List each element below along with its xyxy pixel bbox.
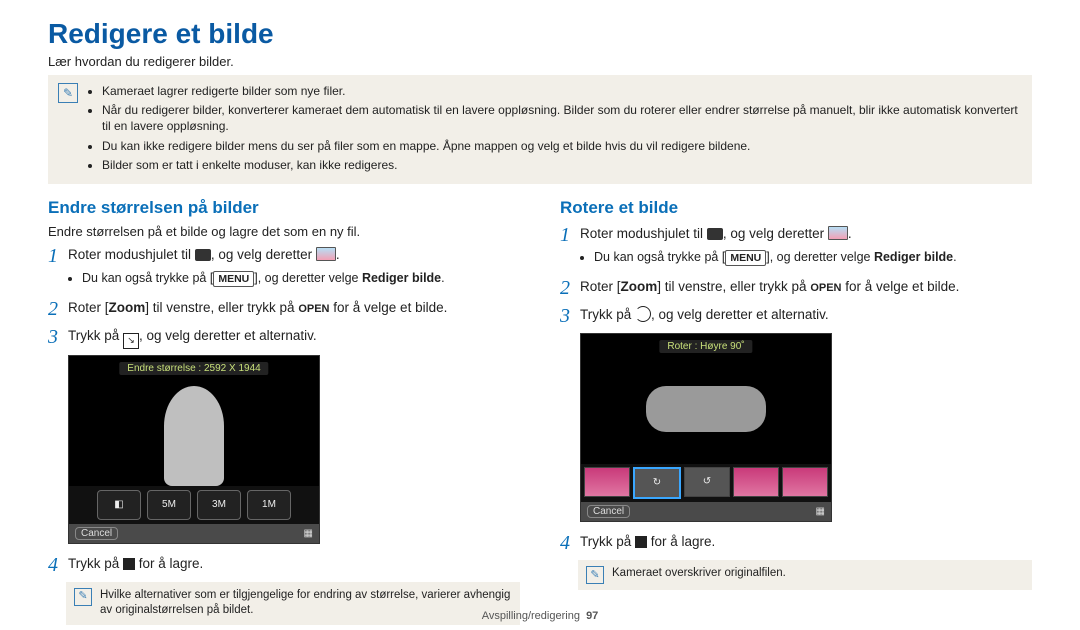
- rotate-heading: Rotere et bilde: [560, 198, 1032, 218]
- size-options-row: ◧ 5M 3M 1M: [69, 486, 319, 524]
- cancel-button: Cancel: [587, 505, 630, 518]
- resize-heading: Endre størrelsen på bilder: [48, 198, 520, 218]
- rotate-thumb: [584, 467, 630, 497]
- rotate-thumb: [733, 467, 779, 497]
- open-button-label: OPEN: [810, 282, 841, 294]
- silhouette-graphic: [646, 386, 766, 432]
- note-text: Kameraet overskriver originalfilen.: [612, 566, 786, 584]
- step-number: 4: [560, 532, 580, 554]
- screenshot-overlay-label: Endre størrelse : 2592 X 1944: [119, 362, 268, 375]
- open-button-label: OPEN: [298, 303, 329, 315]
- cancel-button: Cancel: [75, 527, 118, 540]
- resize-screenshot: Endre størrelse : 2592 X 1944 ◧ 5M 3M 1M…: [68, 355, 320, 544]
- note-icon: ✎: [74, 588, 92, 606]
- rotate-options-row: ↻ ↺: [581, 464, 831, 502]
- sub-bullet: Du kan også trykke på [MENU], og derette…: [82, 269, 520, 288]
- resize-intro: Endre størrelsen på et bilde og lagre de…: [48, 224, 520, 239]
- step-number: 3: [48, 326, 68, 349]
- size-option: 5M: [147, 490, 191, 520]
- top-note-item: Kameraet lagrer redigerte bilder som nye…: [102, 83, 1022, 99]
- mode-dial-icon: [195, 249, 211, 261]
- save-icon: ▦: [816, 506, 825, 517]
- mode-dial-icon: [707, 228, 723, 240]
- resize-section: Endre størrelsen på bilder Endre størrel…: [48, 198, 520, 629]
- save-icon: [123, 558, 135, 570]
- rotate-note-box: ✎ Kameraet overskriver originalfilen.: [578, 560, 1032, 590]
- rotate-icon: [635, 306, 651, 322]
- rotate-thumb-selected: ↻: [633, 467, 681, 499]
- step-body: Roter modushjulet til , og velg deretter…: [68, 245, 520, 292]
- save-icon: ▦: [304, 528, 313, 539]
- size-option: 1M: [247, 490, 291, 520]
- step-number: 2: [48, 298, 68, 320]
- top-note-item: Du kan ikke redigere bilder mens du ser …: [102, 138, 1022, 154]
- page-footer: Avspilling/redigering 97: [0, 610, 1080, 622]
- step-body: Trykk på for å lagre.: [580, 532, 1032, 554]
- step-body: Trykk på for å lagre.: [68, 554, 520, 576]
- size-option: 3M: [197, 490, 241, 520]
- rotate-screenshot: Roter : Høyre 90˚ ↻ ↺ Cancel ▦: [580, 333, 832, 522]
- step-body: Trykk på ↘, og velg deretter et alternat…: [68, 326, 520, 349]
- size-option: ◧: [97, 490, 141, 520]
- menu-button-label: MENU: [725, 250, 766, 266]
- step-body: Roter modushjulet til , og velg deretter…: [580, 224, 1032, 271]
- top-note-box: ✎ Kameraet lagrer redigerte bilder som n…: [48, 75, 1032, 184]
- step-number: 2: [560, 277, 580, 299]
- page-title: Redigere et bilde: [48, 18, 1032, 50]
- rotate-section: Rotere et bilde 1 Roter modushjulet til …: [560, 198, 1032, 629]
- top-note-item: Bilder som er tatt i enkelte moduser, ka…: [102, 157, 1022, 173]
- step-number: 1: [48, 245, 68, 292]
- screenshot-overlay-label: Roter : Høyre 90˚: [659, 340, 752, 353]
- save-icon: [635, 536, 647, 548]
- page-subtitle: Lær hvordan du redigerer bilder.: [48, 54, 1032, 69]
- step-number: 4: [48, 554, 68, 576]
- landscape-icon: [828, 226, 848, 240]
- step-body: Roter [Zoom] til venstre, eller trykk på…: [68, 298, 520, 320]
- step-body: Roter [Zoom] til venstre, eller trykk på…: [580, 277, 1032, 299]
- resize-icon: ↘: [123, 333, 139, 349]
- step-number: 3: [560, 305, 580, 327]
- rotate-thumb: ↺: [684, 467, 730, 497]
- step-body: Trykk på , og velg deretter et alternati…: [580, 305, 1032, 327]
- top-note-item: Når du redigerer bilder, konverterer kam…: [102, 102, 1022, 134]
- sub-bullet: Du kan også trykke på [MENU], og derette…: [594, 248, 1032, 267]
- step-number: 1: [560, 224, 580, 271]
- landscape-icon: [316, 247, 336, 261]
- rotate-thumb: [782, 467, 828, 497]
- menu-button-label: MENU: [213, 271, 254, 287]
- note-icon: ✎: [58, 83, 78, 103]
- note-icon: ✎: [586, 566, 604, 584]
- silhouette-graphic: [164, 386, 224, 486]
